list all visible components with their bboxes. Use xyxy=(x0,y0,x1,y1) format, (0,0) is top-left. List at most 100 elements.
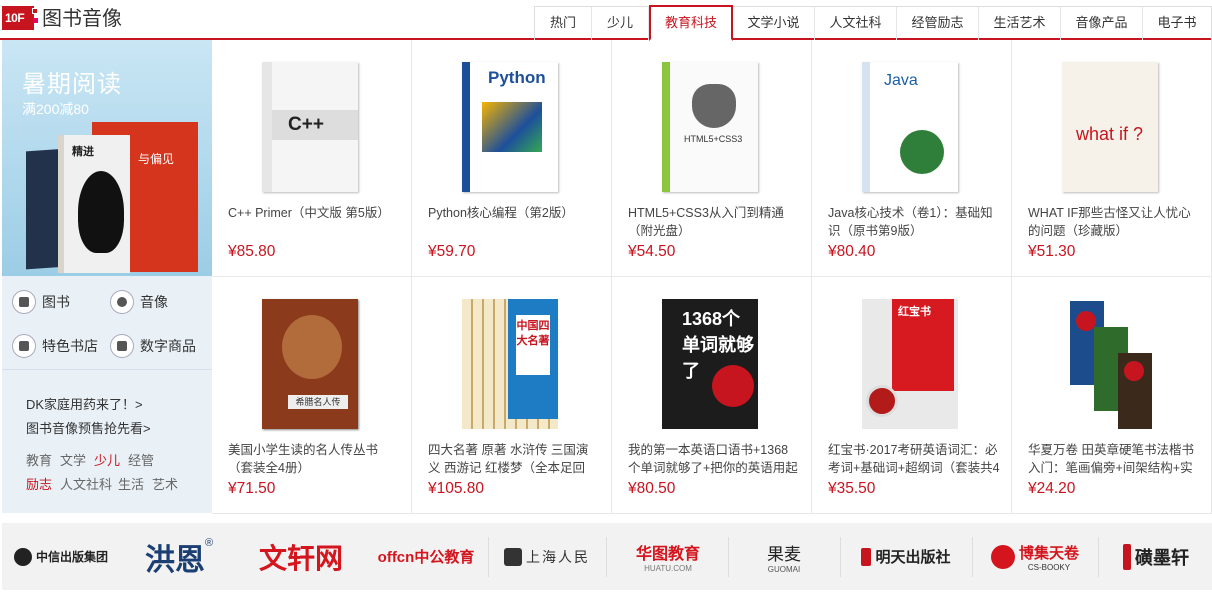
product-card[interactable]: C++ C++ Primer（中文版 第5版） ¥85.80 xyxy=(212,40,412,277)
section-title: 图书音像 xyxy=(42,8,122,30)
keyword-humanities[interactable]: 人文社科 xyxy=(60,474,112,493)
publisher-cs-booky[interactable]: 博集天卷 CS-BOOKY xyxy=(978,523,1092,590)
category-label: 图书 xyxy=(42,294,70,310)
publisher-huatu[interactable]: 华图教育 HUATU.COM xyxy=(612,523,724,590)
seal-mark xyxy=(1076,311,1096,331)
product-title[interactable]: 华夏万卷 田英章硬笔书法楷书入门：笔画偏旁+间架结构+实 xyxy=(1028,441,1200,477)
category-special-store[interactable]: 特色书店 xyxy=(12,334,98,358)
flag-icon xyxy=(861,547,872,566)
tab-business[interactable]: 经管励志 xyxy=(897,7,979,40)
tab-hot[interactable]: 热门 xyxy=(535,7,592,40)
tab-literature[interactable]: 文学小说 xyxy=(733,7,815,40)
ebook-icon xyxy=(110,334,134,358)
publisher-citic[interactable]: 中信出版集团 xyxy=(2,523,120,590)
left-panel: 暑期阅读 满200减80 与偏见 精进 图书 音像 特色书店 数字商品 DK家庭… xyxy=(2,40,212,513)
product-card[interactable]: what if ? WHAT IF那些古怪又让人忧心的问题（珍藏版） ¥51.3… xyxy=(1012,40,1212,277)
product-title[interactable]: 我的第一本英语口语书+1368个单词就够了+把你的英语用起 xyxy=(628,441,800,477)
publisher-name: 华图教育 xyxy=(635,546,700,563)
product-card[interactable]: 红宝书 红宝书·2017考研英语词汇：必考词+基础词+超纲词（套装共4 ¥35.… xyxy=(812,277,1012,514)
badge-dot-accent xyxy=(33,18,38,23)
cover-badge xyxy=(712,365,754,407)
book-icon xyxy=(12,290,36,314)
publisher-mingtian[interactable]: 明天出版社 xyxy=(846,523,966,590)
keyword-literature[interactable]: 文学 xyxy=(60,450,86,469)
product-price: ¥80.40 xyxy=(828,243,876,260)
product-title[interactable]: 美国小学生读的名人传丛书（套装全4册） xyxy=(228,441,400,477)
product-price: ¥59.70 xyxy=(428,243,476,260)
registered-mark: ® xyxy=(204,537,214,549)
promo-banner[interactable]: 暑期阅读 满200减80 与偏见 精进 xyxy=(2,40,212,276)
keyword-business[interactable]: 经管 xyxy=(128,450,154,469)
product-price: ¥35.50 xyxy=(828,480,876,497)
keyword-art[interactable]: 艺术 xyxy=(152,474,178,493)
book-cover[interactable]: 1368个单词就够了 xyxy=(662,299,758,429)
publisher-mo-xuan[interactable]: 磺墨轩 xyxy=(1104,523,1208,590)
tab-audio-video[interactable]: 音像产品 xyxy=(1061,7,1143,40)
product-title[interactable]: Python核心编程（第2版） xyxy=(428,204,600,240)
product-title[interactable]: Java核心技术（卷1）：基础知识（原书第9版） xyxy=(828,204,1000,240)
book-cover[interactable]: Python xyxy=(462,62,558,192)
promo-book-crow-title: 精进 xyxy=(72,146,94,158)
seal-icon xyxy=(504,547,522,566)
publisher-offcn[interactable]: offcn中公教育 xyxy=(368,523,484,590)
category-tabs: 热门 少儿 教育科技 文学小说 人文社科 经管励志 生活艺术 音像产品 电子书 xyxy=(534,5,1212,41)
book-cover[interactable] xyxy=(1062,299,1158,429)
publisher-wenxuan[interactable]: 文轩网 xyxy=(238,523,364,590)
book-cover[interactable]: 希腊名人传 xyxy=(262,299,358,429)
divider xyxy=(728,537,729,577)
book-cover[interactable]: 中国四大名著 xyxy=(462,299,558,429)
category-shortcuts: 图书 音像 特色书店 数字商品 xyxy=(2,276,212,369)
seal-icon xyxy=(1123,543,1131,570)
product-price: ¥54.50 xyxy=(628,243,676,260)
product-card[interactable]: HTML5+CSS3 HTML5+CSS3从入门到精通（附光盘） ¥54.50 xyxy=(612,40,812,277)
book-cover[interactable]: what if ? xyxy=(1062,62,1158,192)
store-icon xyxy=(12,334,36,358)
tab-kids[interactable]: 少儿 xyxy=(592,7,649,40)
keyword-education[interactable]: 教育 xyxy=(26,450,52,469)
portrait-illustration xyxy=(282,315,342,379)
cover-art xyxy=(482,102,542,152)
publisher-sub: CS-BOOKY xyxy=(1027,562,1071,572)
link-dk-medicine[interactable]: DK家庭用药来了！> xyxy=(26,394,143,413)
tab-education-tech[interactable]: 教育科技 xyxy=(649,5,733,41)
publisher-name: 果麦 xyxy=(767,544,801,564)
tab-lifestyle[interactable]: 生活艺术 xyxy=(979,7,1061,40)
category-audio[interactable]: 音像 xyxy=(110,290,168,314)
book-cover[interactable]: HTML5+CSS3 xyxy=(662,62,758,192)
publisher-domain: HUATU.COM xyxy=(644,564,692,573)
category-digital[interactable]: 数字商品 xyxy=(110,334,196,358)
keyword-lifestyle[interactable]: 生活 xyxy=(118,474,144,493)
category-label: 音像 xyxy=(140,294,168,310)
divider xyxy=(972,537,973,577)
book-cover[interactable]: 红宝书 xyxy=(862,299,958,429)
keyword-kids[interactable]: 少儿 xyxy=(94,450,120,469)
floor-badge: 10F xyxy=(2,6,38,30)
keyword-inspiration[interactable]: 励志 xyxy=(26,474,52,493)
publisher-name: offcn中公教育 xyxy=(377,549,475,566)
product-title[interactable]: 红宝书·2017考研英语词汇：必考词+基础词+超纲词（套装共4 xyxy=(828,441,1000,477)
book-cover[interactable]: C++ xyxy=(262,62,358,192)
link-presale[interactable]: 图书音像预售抢先看> xyxy=(26,418,151,437)
tab-humanities[interactable]: 人文社科 xyxy=(815,7,897,40)
globe-illustration xyxy=(900,130,944,174)
product-card[interactable]: 中国四大名著 四大名著 原著 水浒传 三国演义 西游记 红楼梦（全本足回 套装 … xyxy=(412,277,612,514)
publisher-guomai[interactable]: 果麦 GUOMAI xyxy=(734,523,834,590)
product-card[interactable]: Python Python核心编程（第2版） ¥59.70 xyxy=(412,40,612,277)
product-card[interactable]: 希腊名人传 美国小学生读的名人传丛书（套装全4册） ¥71.50 xyxy=(212,277,412,514)
publisher-hongen[interactable]: 洪恩 ® xyxy=(124,523,234,590)
product-price: ¥105.80 xyxy=(428,480,485,497)
publisher-name: 文轩网 xyxy=(258,542,343,574)
cover-text: C++ xyxy=(288,114,324,135)
product-title[interactable]: 四大名著 原著 水浒传 三国演义 西游记 红楼梦（全本足回 套装 xyxy=(428,441,600,477)
product-card[interactable]: 华夏万卷 田英章硬笔书法楷书入门：笔画偏旁+间架结构+实 ¥24.20 xyxy=(1012,277,1212,514)
promo-links: DK家庭用药来了！> 图书音像预售抢先看> 教育 文学 少儿 经管 励志 人文社… xyxy=(2,369,212,513)
product-card[interactable]: 1368个单词就够了 我的第一本英语口语书+1368个单词就够了+把你的英语用起… xyxy=(612,277,812,514)
product-title[interactable]: HTML5+CSS3从入门到精通（附光盘） xyxy=(628,204,800,240)
tab-ebook[interactable]: 电子书 xyxy=(1143,7,1211,40)
publisher-shanghai-people[interactable]: 上海人民 xyxy=(494,523,600,590)
product-card[interactable]: Java Java核心技术（卷1）：基础知识（原书第9版） ¥80.40 xyxy=(812,40,1012,277)
product-title[interactable]: C++ Primer（中文版 第5版） xyxy=(228,204,400,240)
book-cover[interactable]: Java xyxy=(862,62,958,192)
category-books[interactable]: 图书 xyxy=(12,290,70,314)
product-title[interactable]: WHAT IF那些古怪又让人忧心的问题（珍藏版） xyxy=(1028,204,1200,240)
